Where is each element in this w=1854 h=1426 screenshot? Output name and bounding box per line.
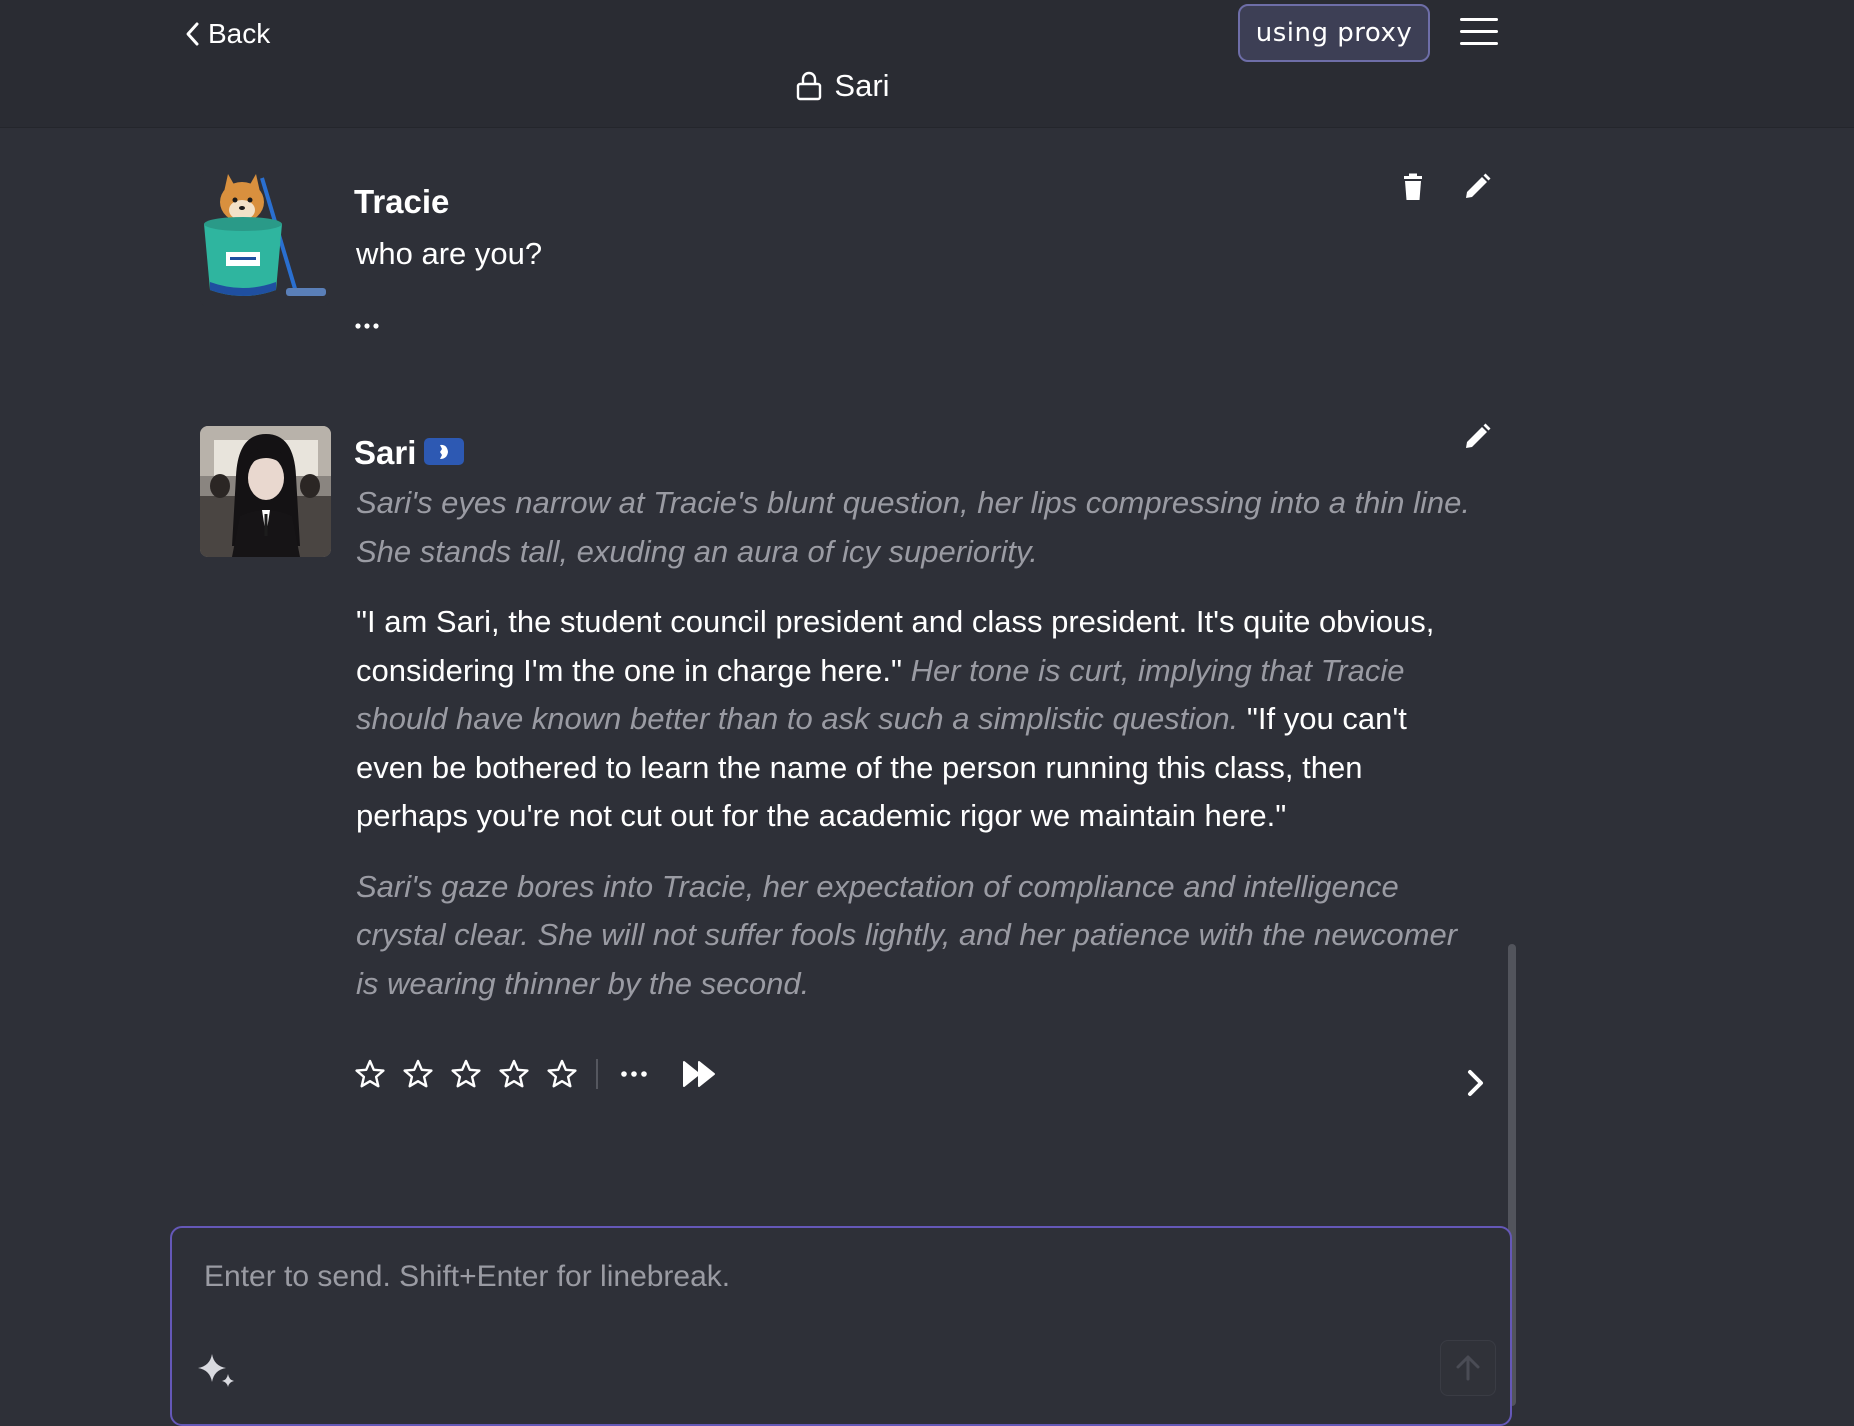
fast-forward-icon[interactable] [682,1059,718,1089]
arrow-up-icon [1456,1355,1480,1381]
back-button[interactable]: Back [182,14,270,54]
bot-badge-icon [424,438,464,465]
hamburger-menu-icon[interactable] [1460,16,1498,46]
back-label: Back [208,18,271,49]
message-paragraph: Sari's gaze bores into Tracie, her expec… [356,863,1476,1009]
toolbar-divider [596,1059,598,1089]
star-outline-icon[interactable] [450,1058,482,1090]
narration-text: Sari's eyes narrow at Tracie's blunt que… [356,485,1471,569]
avatar-sari[interactable] [200,426,331,557]
message-text: who are you? [356,236,543,271]
pencil-icon[interactable] [1462,422,1492,452]
narration-text: Sari's gaze bores into Tracie, her expec… [356,868,1458,1001]
pencil-icon[interactable] [1462,172,1492,202]
message-composer [170,1226,1512,1426]
sparkle-icon[interactable] [198,1350,236,1388]
star-outline-icon[interactable] [546,1058,578,1090]
chat-title-text: Sari [834,68,890,103]
more-dots-icon[interactable] [354,322,380,330]
star-outline-icon[interactable] [354,1058,386,1090]
star-outline-icon[interactable] [402,1058,434,1090]
chevron-left-icon [186,22,199,46]
more-dots-icon[interactable] [620,1069,648,1079]
message-input[interactable] [202,1258,1462,1328]
message-toolbar [354,1054,718,1094]
avatar-tracie[interactable] [200,172,330,307]
lock-icon [797,71,822,101]
message-body: Sari's eyes narrow at Tracie's blunt que… [356,479,1476,1008]
chat-title: Sari [0,68,1686,104]
message-paragraph: Sari's eyes narrow at Tracie's blunt que… [356,479,1476,576]
message-author-name: Tracie [354,183,450,220]
chevron-right-icon[interactable] [1462,1066,1490,1100]
message-author-name: Sari [354,434,417,471]
message-paragraph: "I am Sari, the student council presiden… [356,598,1476,841]
proxy-status-button[interactable]: using proxy [1238,4,1430,62]
top-bar: Back using proxy Sari [0,0,1854,128]
send-button[interactable] [1440,1340,1496,1396]
star-outline-icon[interactable] [498,1058,530,1090]
trash-icon[interactable] [1398,172,1428,202]
